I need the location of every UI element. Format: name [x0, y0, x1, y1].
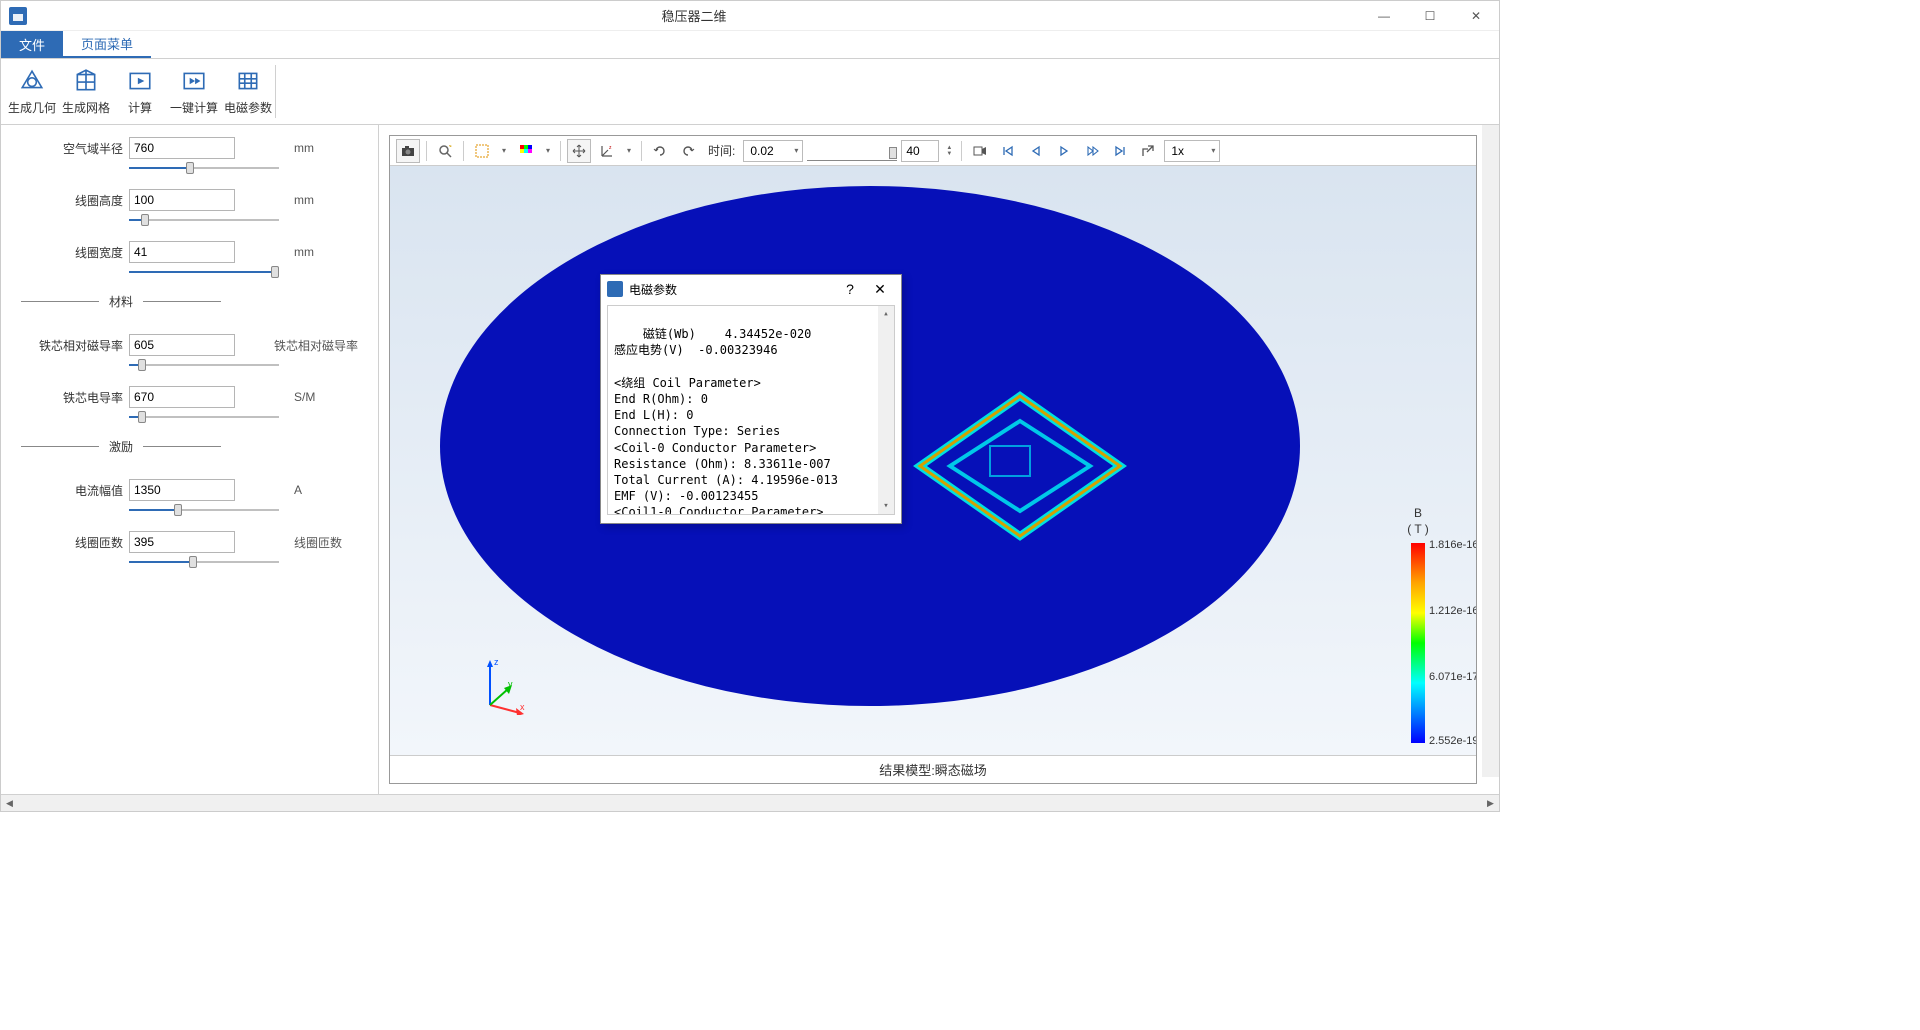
geometry-icon	[18, 67, 46, 95]
grid-icon	[234, 67, 262, 95]
ribbon-one-key[interactable]: 一键计算	[167, 59, 221, 124]
dialog-body: 磁链(Wb) 4.34452e-020 感应电势(V) -0.00323946 …	[607, 305, 895, 515]
coil-height-label: 线圈高度	[61, 192, 123, 209]
minimize-button[interactable]: —	[1361, 1, 1407, 31]
core-cond-unit: S/M	[294, 390, 358, 404]
maximize-button[interactable]: ☐	[1407, 1, 1453, 31]
viewport-toolbar: ▾ ▾ z ▾ 时间: 0.02 ▲▼	[390, 136, 1476, 166]
core-perm-input[interactable]	[129, 334, 235, 356]
current-amp-slider[interactable]	[129, 507, 279, 513]
axes-gizmo: z x y	[480, 655, 530, 715]
core-perm-slider[interactable]	[129, 362, 279, 368]
menu-tabs: 文件 页面菜单	[1, 31, 1499, 59]
coil-height-slider[interactable]	[129, 217, 279, 223]
app-icon	[9, 7, 27, 25]
chevron-down-icon[interactable]: ▾	[623, 146, 635, 155]
canvas-3d[interactable]: z x y B( T ) 1.816e-16 1.212e-16 6.071e-…	[390, 166, 1476, 755]
dialog-close-button[interactable]: ✕	[865, 281, 895, 298]
coil-turns-label: 线圈匝数	[61, 534, 123, 551]
section-excitation: 激励	[21, 438, 221, 455]
tab-file[interactable]: 文件	[1, 31, 63, 58]
rotate-ccw-icon[interactable]	[648, 139, 672, 163]
em-params-dialog: 电磁参数 ? ✕ 磁链(Wb) 4.34452e-020 感应电势(V) -0.…	[600, 274, 902, 524]
play-icon	[126, 67, 154, 95]
chevron-down-icon[interactable]: ▾	[498, 146, 510, 155]
window-title: 稳压器二维	[27, 6, 1361, 25]
core-cond-label: 铁芯电导率	[61, 389, 123, 406]
ribbon-gen-geom[interactable]: 生成几何	[5, 59, 59, 124]
coil-turns-slider[interactable]	[129, 559, 279, 565]
section-material: 材料	[21, 293, 221, 310]
dialog-vscroll[interactable]: ▴▾	[878, 306, 894, 514]
ribbon-separator	[275, 65, 276, 118]
svg-text:y: y	[508, 679, 513, 689]
air-radius-unit: mm	[294, 141, 358, 155]
coil-width-label: 线圈宽度	[61, 244, 123, 261]
dialog-title: 电磁参数	[629, 281, 835, 298]
play-forward-icon[interactable]	[1052, 139, 1076, 163]
current-amp-unit: A	[294, 483, 358, 497]
stepper-icon[interactable]: ▲▼	[943, 145, 955, 157]
dialog-help-button[interactable]: ?	[835, 281, 865, 297]
time-combo[interactable]: 0.02	[743, 140, 803, 162]
ribbon: 生成几何 生成网格 计算 一键计算 电磁参数	[1, 59, 1499, 125]
dialog-text: 磁链(Wb) 4.34452e-020 感应电势(V) -0.00323946 …	[614, 327, 838, 515]
frame-input[interactable]	[901, 140, 939, 162]
dialog-app-icon	[607, 281, 623, 297]
colormap-icon[interactable]	[514, 139, 538, 163]
svg-text:z: z	[609, 145, 612, 151]
core-cond-slider[interactable]	[129, 414, 279, 420]
record-icon[interactable]	[968, 139, 992, 163]
color-legend: B( T ) 1.816e-16 1.212e-16 6.071e-17 2.5…	[1380, 506, 1456, 743]
coil-turns-input[interactable]	[129, 531, 235, 553]
time-slider[interactable]	[807, 141, 897, 161]
current-amp-input[interactable]	[129, 479, 235, 501]
speed-combo[interactable]: 1x	[1164, 140, 1220, 162]
core-perm-label: 铁芯相对磁导率	[39, 337, 123, 354]
coil-turns-unit: 线圈匝数	[294, 534, 358, 551]
skip-end-icon[interactable]	[1108, 139, 1132, 163]
export-icon[interactable]	[1136, 139, 1160, 163]
air-radius-input[interactable]	[129, 137, 235, 159]
viewport-vscroll[interactable]	[1482, 125, 1499, 777]
move-icon[interactable]	[567, 139, 591, 163]
camera-icon[interactable]	[396, 139, 420, 163]
mesh-icon	[72, 67, 100, 95]
current-amp-label: 电流幅值	[61, 482, 123, 499]
result-caption: 结果模型:瞬态磁场	[390, 755, 1476, 783]
air-radius-label: 空气域半径	[61, 140, 123, 157]
svg-text:x: x	[520, 702, 525, 712]
coil-width-input[interactable]	[129, 241, 235, 263]
svg-text:z: z	[494, 657, 499, 667]
zoom-icon[interactable]	[433, 139, 457, 163]
select-icon[interactable]	[470, 139, 494, 163]
rotate-cw-icon[interactable]	[676, 139, 700, 163]
core-perm-unit: 铁芯相对磁导率	[274, 337, 358, 354]
titlebar: 稳压器二维 — ☐ ✕	[1, 1, 1499, 31]
chevron-down-icon[interactable]: ▾	[542, 146, 554, 155]
ribbon-em-params[interactable]: 电磁参数	[221, 59, 275, 124]
time-label: 时间:	[708, 142, 735, 159]
close-button[interactable]: ✕	[1453, 1, 1499, 31]
play-fast-icon	[180, 67, 208, 95]
skip-start-icon[interactable]	[996, 139, 1020, 163]
app-hscroll[interactable]: ◀▶	[1, 794, 1499, 811]
coil-height-unit: mm	[294, 193, 358, 207]
ribbon-gen-mesh[interactable]: 生成网格	[59, 59, 113, 124]
coil-width-slider[interactable]	[129, 269, 279, 275]
step-forward-icon[interactable]	[1080, 139, 1104, 163]
air-radius-slider[interactable]	[129, 165, 279, 171]
tab-page-menu[interactable]: 页面菜单	[63, 31, 151, 58]
viewport: ▾ ▾ z ▾ 时间: 0.02 ▲▼	[379, 125, 1499, 794]
sidebar: 空气域半径 mm 线圈高度 mm 线圈宽度 mm 材料 铁芯相对	[1, 125, 379, 794]
axes-icon[interactable]: z	[595, 139, 619, 163]
ribbon-compute[interactable]: 计算	[113, 59, 167, 124]
step-back-icon[interactable]	[1024, 139, 1048, 163]
core-cond-input[interactable]	[129, 386, 235, 408]
coil-width-unit: mm	[294, 245, 358, 259]
coil-height-input[interactable]	[129, 189, 235, 211]
